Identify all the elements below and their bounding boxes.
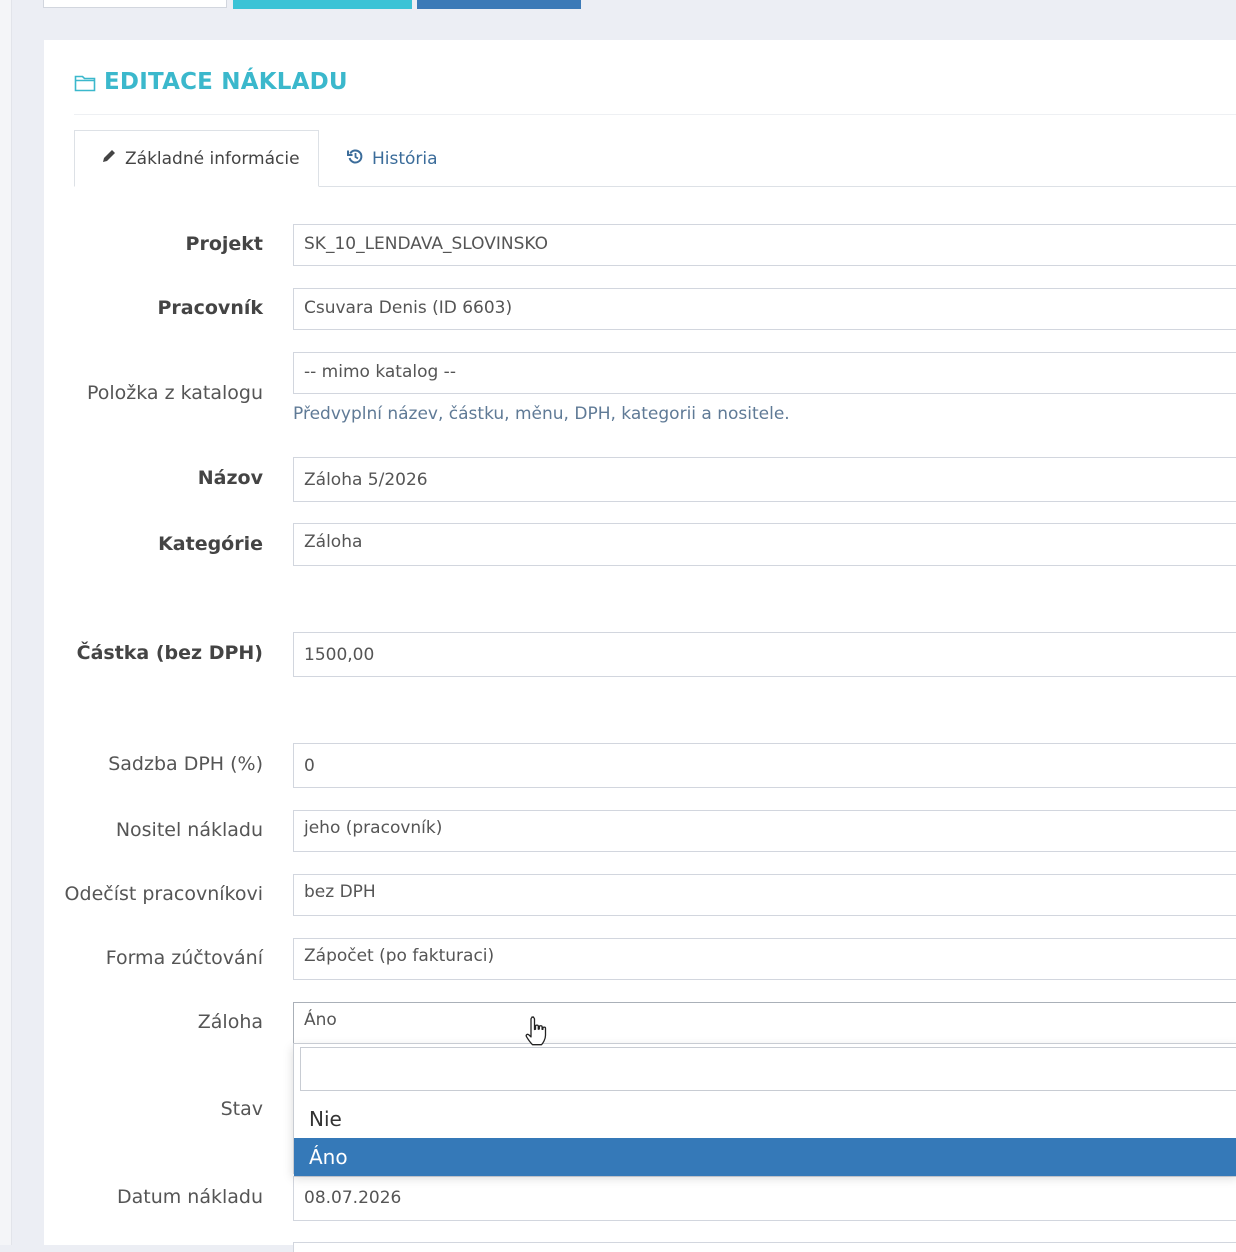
- castka-label: Částka (bez DPH): [76, 642, 263, 664]
- pracovnik-label: Pracovník: [157, 297, 264, 319]
- tab-history[interactable]: História: [347, 130, 438, 187]
- datum-input[interactable]: 08.07.2026: [293, 1176, 1236, 1221]
- dropdown-option-nie[interactable]: Nie: [294, 1100, 1236, 1138]
- datum-value: 08.07.2026: [304, 1188, 402, 1208]
- kategorie-select[interactable]: Záloha: [293, 523, 1236, 566]
- pracovnik-select[interactable]: Csuvara Denis (ID 6603): [293, 288, 1236, 330]
- polozka-value: -- mimo katalog --: [304, 362, 456, 382]
- odecist-label: Odečíst pracovníkovi: [64, 883, 263, 905]
- nazov-value: Záloha 5/2026: [304, 470, 428, 490]
- dph-label: Sadzba DPH (%): [108, 753, 263, 775]
- projekt-label: Projekt: [185, 233, 263, 255]
- kategorie-label: Kategórie: [158, 533, 263, 555]
- top-button-secondary[interactable]: [417, 0, 581, 9]
- polozka-label: Položka z katalogu: [86, 382, 263, 404]
- dropdown-search-input[interactable]: [300, 1047, 1236, 1091]
- tab-history-label: História: [372, 148, 438, 169]
- polozka-help: Předvyplní název, částku, měnu, DPH, kat…: [293, 404, 790, 424]
- zaloha-label: Záloha: [197, 1011, 263, 1033]
- zaloha-dropdown: Nie Áno: [293, 1043, 1236, 1176]
- zaloha-select[interactable]: Áno: [293, 1002, 1236, 1046]
- dph-value: 0: [304, 756, 315, 776]
- nositel-label: Nositel nákladu: [115, 819, 263, 841]
- panel-title: EDITACE NÁKLADU: [74, 67, 348, 97]
- dropdown-option-label: Nie: [309, 1107, 342, 1131]
- edit-cost-panel: EDITACE NÁKLADU Základné informácie Hist…: [44, 40, 1236, 1252]
- dropdown-option-label: Áno: [309, 1145, 348, 1169]
- odecist-select[interactable]: bez DPH: [293, 874, 1236, 916]
- panel-title-text: EDITACE NÁKLADU: [104, 69, 348, 95]
- hand-cursor-icon: [523, 1015, 551, 1053]
- forma-select[interactable]: Zápočet (po fakturaci): [293, 938, 1236, 980]
- castka-value: 1500,00: [304, 645, 375, 665]
- stav-label: Stav: [220, 1098, 263, 1120]
- forma-label: Forma zúčtování: [105, 947, 263, 969]
- tab-basic-info[interactable]: Základné informácie: [74, 130, 319, 187]
- nazov-label: Názov: [197, 467, 263, 489]
- nositel-value: jeho (pracovník): [304, 818, 443, 838]
- top-input[interactable]: [43, 0, 227, 8]
- castka-input[interactable]: 1500,00: [293, 632, 1236, 677]
- top-button-primary[interactable]: [233, 0, 412, 9]
- datum-label: Datum nákladu: [116, 1186, 263, 1208]
- pencil-icon: [101, 148, 117, 169]
- dropdown-option-ano[interactable]: Áno: [294, 1138, 1236, 1176]
- polozka-select[interactable]: -- mimo katalog --: [293, 352, 1236, 394]
- odecist-value: bez DPH: [304, 882, 376, 902]
- nositel-select[interactable]: jeho (pracovník): [293, 810, 1236, 852]
- projekt-select[interactable]: SK_10_LENDAVA_SLOVINSKO: [293, 224, 1236, 266]
- pracovnik-value: Csuvara Denis (ID 6603): [304, 298, 513, 318]
- dph-input[interactable]: 0: [293, 743, 1236, 788]
- nazov-input[interactable]: Záloha 5/2026: [293, 457, 1236, 502]
- folder-icon: [74, 72, 96, 92]
- zaloha-value: Áno: [304, 1010, 337, 1030]
- tab-basic-info-label: Základné informácie: [125, 148, 300, 169]
- next-field[interactable]: [293, 1242, 1236, 1252]
- history-icon: [347, 148, 364, 170]
- sidebar-strip: [0, 0, 12, 1245]
- forma-value: Zápočet (po fakturaci): [304, 946, 495, 966]
- kategorie-value: Záloha: [304, 532, 363, 552]
- projekt-value: SK_10_LENDAVA_SLOVINSKO: [304, 234, 548, 254]
- title-divider: [74, 114, 1236, 115]
